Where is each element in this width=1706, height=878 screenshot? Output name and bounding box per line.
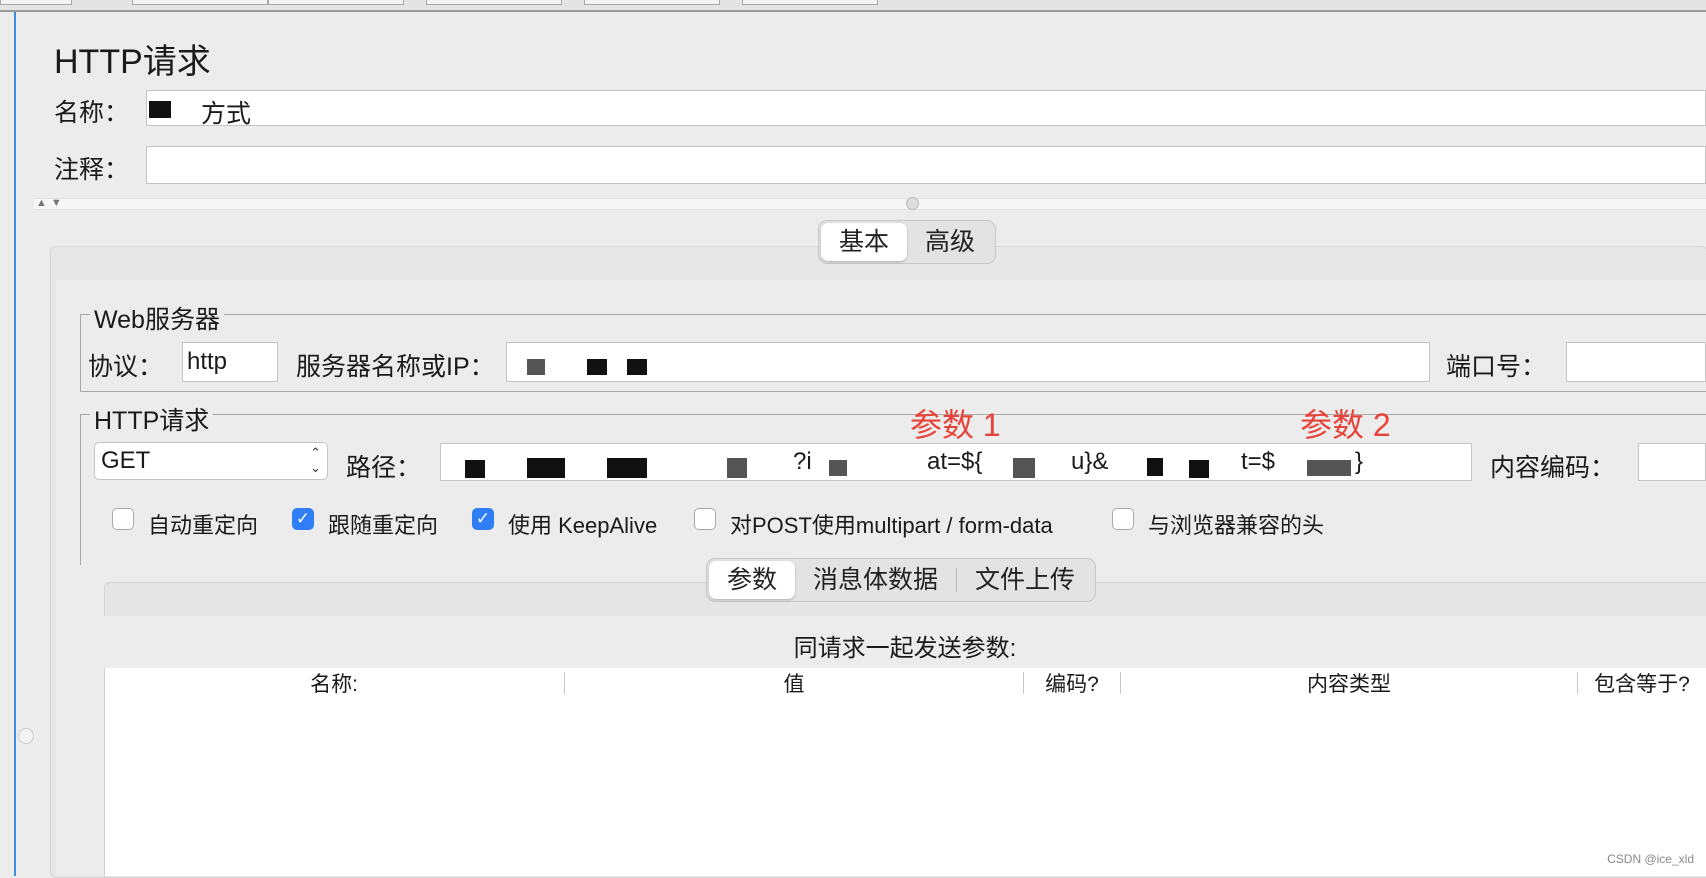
keepalive-checkbox[interactable]: ✓: [472, 508, 494, 530]
path-label: 路径：: [346, 454, 422, 482]
auto-redirect-label: 自动重定向: [148, 513, 259, 538]
splitter-handle[interactable]: [906, 197, 919, 210]
http-request-group-title: HTTP请求: [90, 401, 214, 437]
name-label: 名称：: [54, 99, 130, 127]
browser-headers-label: 与浏览器兼容的头: [1148, 513, 1325, 538]
redaction-mark: [149, 101, 171, 118]
redaction-mark: [465, 460, 485, 478]
keepalive-label: 使用 KeepAlive: [508, 513, 658, 538]
redaction-mark: [1189, 460, 1209, 478]
multipart-checkbox[interactable]: [694, 508, 716, 530]
toolbar-button[interactable]: [584, 0, 720, 5]
content-encoding-label: 内容编码：: [1490, 454, 1616, 482]
watermark: CSDN @ice_xld: [1607, 852, 1694, 866]
column-header-content-type[interactable]: 内容类型: [1121, 668, 1577, 698]
param2-annotation: 参数 2: [1300, 407, 1391, 443]
port-input[interactable]: [1566, 342, 1706, 382]
param1-annotation: 参数 1: [910, 407, 1001, 443]
redaction-mark: [1013, 458, 1035, 478]
select-arrows-icon: ⌃ ⌄: [310, 445, 321, 475]
path-fragment: ?i: [793, 448, 812, 475]
redaction-mark: [627, 359, 647, 375]
follow-redirect-label: 跟随重定向: [328, 513, 439, 538]
column-header-value[interactable]: 值: [565, 668, 1023, 698]
tab-parameters[interactable]: 参数: [709, 561, 796, 599]
protocol-input[interactable]: http: [182, 342, 278, 382]
column-header-encode[interactable]: 编码?: [1024, 668, 1120, 698]
redaction-mark: [829, 460, 847, 476]
redaction-mark: [1307, 460, 1351, 476]
sub-tab-bar: 参数 消息体数据 文件上传: [706, 558, 1097, 602]
tab-file-upload[interactable]: 文件上传: [957, 561, 1093, 599]
redaction-mark: [1147, 458, 1163, 476]
auto-redirect-checkbox[interactable]: [112, 508, 134, 530]
follow-redirect-checkbox[interactable]: ✓: [292, 508, 314, 530]
http-request-group: [80, 414, 1706, 565]
comment-label: 注释：: [54, 156, 130, 184]
redaction-mark: [607, 458, 647, 478]
tree-selection-edge: [14, 12, 16, 876]
server-name-label: 服务器名称或IP：: [296, 353, 495, 381]
page-title: HTTP请求: [54, 43, 211, 81]
splitter-arrows-icon[interactable]: ▲▼: [36, 197, 66, 209]
path-fragment: u}&: [1071, 448, 1109, 475]
column-header-name[interactable]: 名称:: [104, 668, 564, 698]
toolbar-button[interactable]: [132, 0, 268, 5]
toolbar-button[interactable]: [426, 0, 562, 5]
path-fragment: }: [1355, 448, 1364, 475]
path-fragment: at=${: [927, 448, 983, 475]
port-label: 端口号：: [1446, 353, 1547, 381]
column-header-include-equals[interactable]: 包含等于?: [1578, 668, 1706, 698]
params-table-caption: 同请求一起发送参数:: [793, 635, 1017, 662]
protocol-label: 协议：: [88, 353, 164, 381]
name-field[interactable]: 方式: [146, 90, 1706, 128]
redaction-mark: [727, 458, 747, 478]
path-input[interactable]: ?i at=${ u}& t=$ }: [440, 443, 1472, 481]
toolbar-button[interactable]: [0, 0, 72, 5]
comment-field[interactable]: [146, 146, 1706, 184]
toolbar-button[interactable]: [742, 0, 878, 5]
path-fragment: t=$: [1241, 448, 1276, 475]
redaction-mark: [527, 359, 545, 375]
redaction-mark: [587, 359, 607, 375]
top-tab-bar: 基本 高级: [818, 220, 997, 264]
name-field-value: 方式: [201, 100, 252, 128]
method-select-value: GET: [101, 447, 151, 474]
web-server-group-title: Web服务器: [90, 300, 224, 336]
tab-basic[interactable]: 基本: [821, 223, 908, 261]
tab-body-data[interactable]: 消息体数据: [795, 561, 956, 599]
pane-splitter[interactable]: [34, 198, 1706, 210]
content-encoding-input[interactable]: [1638, 443, 1706, 481]
multipart-label: 对POST使用multipart / form-data: [730, 513, 1053, 538]
redaction-mark: [527, 458, 565, 478]
method-select[interactable]: GET ⌃ ⌄: [94, 442, 328, 480]
toolbar-button[interactable]: [268, 0, 404, 5]
tab-advanced[interactable]: 高级: [907, 223, 993, 261]
server-name-input[interactable]: [506, 342, 1430, 382]
side-drag-handle[interactable]: [18, 728, 34, 744]
browser-headers-checkbox[interactable]: [1112, 508, 1134, 530]
